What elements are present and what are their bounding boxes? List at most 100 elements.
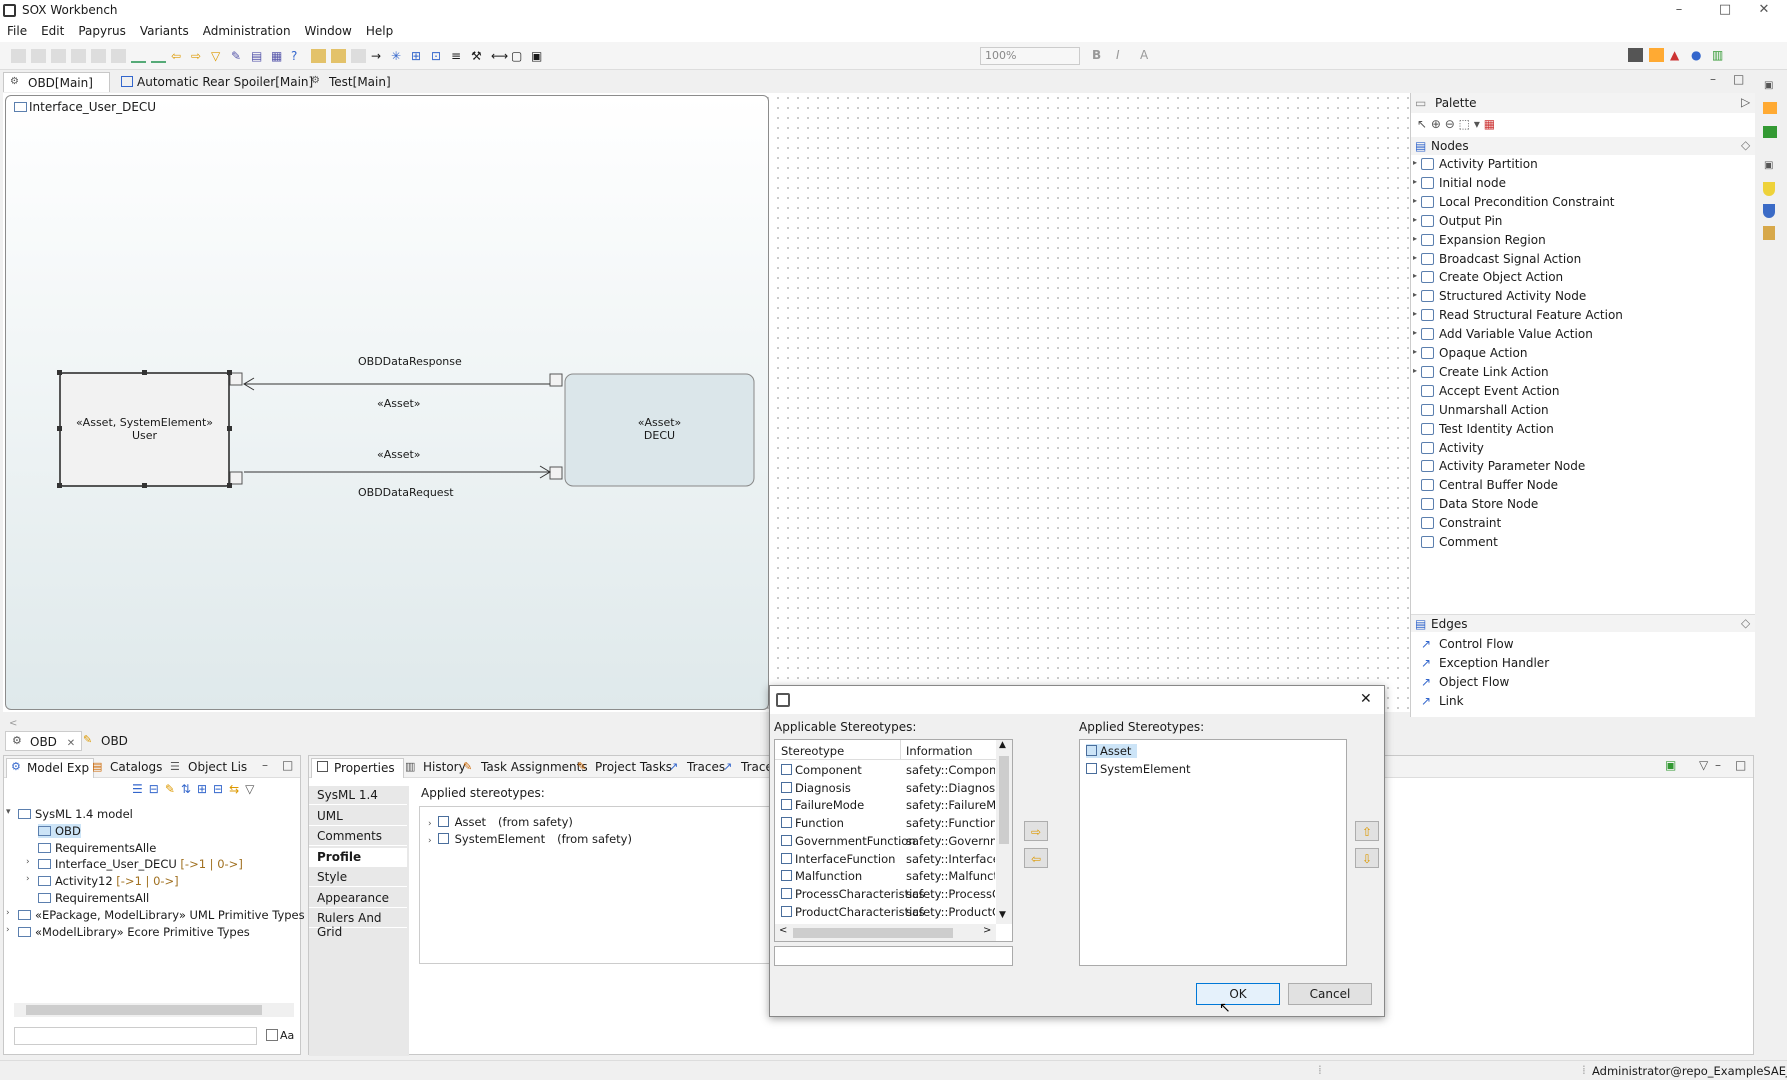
scroll-thumb[interactable]: [999, 756, 1009, 844]
close-button[interactable]: ✕: [1741, 0, 1787, 22]
tab-task-assignments[interactable]: ✎ Task Assignments: [463, 760, 588, 774]
palette-node-item[interactable]: Activity Parameter Node: [1421, 459, 1585, 473]
tree-item[interactable]: › Activity12 [->1 | 0->]: [26, 874, 179, 888]
ok-button[interactable]: OK: [1196, 983, 1280, 1005]
palette-edge-item[interactable]: ↗ Object Flow: [1421, 675, 1509, 689]
expand-arrow-icon[interactable]: ▸: [1413, 234, 1417, 243]
outline-view-icon[interactable]: [1763, 126, 1777, 138]
applicable-stereotype-row[interactable]: ProcessCharacteristicssafety::ProcessCha…: [781, 887, 995, 903]
applicable-stereotype-row[interactable]: ProductCharacteristicssafety::ProductCha…: [781, 905, 995, 921]
scroll-down-icon[interactable]: ▼: [999, 910, 1006, 920]
dialog-close-icon[interactable]: ✕: [1360, 691, 1372, 707]
tree-view-icon[interactable]: ⊟: [149, 782, 165, 796]
applicable-stereotype-row[interactable]: Malfunction safety::Malfunction: [781, 869, 995, 885]
applicable-stereotype-row[interactable]: Component safety::Component: [781, 763, 995, 779]
applied-stereotype-row[interactable]: SystemElement: [1086, 762, 1197, 776]
palette-node-item[interactable]: Central Buffer Node: [1421, 478, 1558, 492]
italic-button[interactable]: I: [1116, 48, 1120, 62]
property-side-tab[interactable]: SysML 1.4: [309, 786, 407, 805]
palette-edge-item[interactable]: ↗ Exception Handler: [1421, 656, 1549, 670]
tree-item[interactable]: › Interface_User_DECU [->1 | 0->]: [26, 857, 243, 871]
palette-node-item[interactable]: ▸ Initial node: [1413, 176, 1506, 190]
tree-filter-input[interactable]: [14, 1027, 257, 1045]
edges-drawer[interactable]: ▤ Edges ◇: [1411, 614, 1756, 632]
property-side-tab[interactable]: Profile: [309, 847, 407, 867]
diagram-tab-obd-2[interactable]: ✎ OBD: [77, 731, 134, 751]
tab-history[interactable]: ▥ History: [405, 760, 466, 774]
scroll-left-icon[interactable]: <: [779, 925, 787, 936]
hierarchy-icon[interactable]: ▥: [1712, 48, 1727, 62]
property-side-tab[interactable]: Rulers And Grid: [309, 909, 407, 939]
font-color-button[interactable]: A: [1140, 48, 1148, 62]
move-down-button[interactable]: ⇩: [1355, 848, 1379, 868]
tab-catalogs[interactable]: ▤ Catalogs: [92, 760, 162, 774]
applicable-stereotype-row[interactable]: Diagnosis safety::Diagnosis: [781, 781, 995, 797]
scroll-thumb[interactable]: [793, 928, 953, 938]
applied-stereotypes-list[interactable]: Asset SystemElement: [1079, 739, 1347, 966]
palette-node-item[interactable]: ▸ Add Variable Value Action: [1413, 327, 1593, 341]
maximize-panel-icon[interactable]: □: [282, 758, 293, 772]
open-icon[interactable]: ▣: [1665, 758, 1676, 772]
shield-icon[interactable]: [1763, 182, 1775, 196]
marquee-icon[interactable]: ⬚: [1459, 117, 1470, 131]
decu-port-top[interactable]: [549, 373, 563, 387]
tree-item[interactable]: › «ModelLibrary» Ecore Primitive Types: [6, 925, 250, 939]
nodes-drawer[interactable]: ▤ Nodes ◇: [1411, 137, 1756, 155]
diagram-tab-obd[interactable]: ⚙ OBD ✕: [5, 731, 83, 751]
tab-properties[interactable]: Properties: [311, 758, 404, 778]
expand-arrow-icon[interactable]: ▸: [1413, 196, 1417, 205]
tree-item[interactable]: ▾ SysML 1.4 model: [6, 807, 133, 821]
palette-edge-item[interactable]: ↗ Link: [1421, 694, 1464, 708]
palette-node-item[interactable]: ▸ Create Link Action: [1413, 365, 1549, 379]
expand-icon[interactable]: ⊞: [197, 782, 213, 796]
tree-expand-icon[interactable]: ›: [26, 857, 30, 867]
chart-icon[interactable]: ▲: [1670, 48, 1685, 62]
zoom-combo[interactable]: 100%: [980, 47, 1080, 65]
tree-expand-icon[interactable]: ›: [428, 819, 432, 829]
table-h-scroll[interactable]: < >: [775, 924, 996, 941]
tab-project-tasks[interactable]: ✎ Project Tasks: [577, 760, 672, 774]
palette-node-item[interactable]: Data Store Node: [1421, 497, 1538, 511]
move-up-button[interactable]: ⇧: [1355, 821, 1379, 841]
palette-node-item[interactable]: Constraint: [1421, 516, 1501, 530]
palette-node-item[interactable]: Unmarshall Action: [1421, 403, 1549, 417]
scroll-up-icon[interactable]: ▲: [999, 740, 1006, 750]
tree-expand-icon[interactable]: ▾: [6, 807, 11, 817]
col-stereotype[interactable]: Stereotype: [781, 744, 844, 758]
view-menu-icon[interactable]: ▽: [1699, 758, 1708, 772]
marquee-dropdown-icon[interactable]: ▾: [1474, 117, 1480, 131]
applicable-stereotype-row[interactable]: Function safety::Function: [781, 816, 995, 832]
close-tab-icon[interactable]: ✕: [67, 738, 75, 749]
palette-node-item[interactable]: Test Identity Action: [1421, 422, 1554, 436]
property-side-tab[interactable]: UML: [309, 806, 407, 826]
sox-icon[interactable]: [1649, 48, 1664, 62]
palette-edge-item[interactable]: ↗ Control Flow: [1421, 637, 1514, 651]
shield-blue-icon[interactable]: [1763, 204, 1775, 218]
property-side-tab[interactable]: Appearance: [309, 888, 407, 908]
tree-expand-icon[interactable]: ›: [428, 836, 432, 846]
collapse-edges-icon[interactable]: ◇: [1741, 616, 1750, 630]
tree-expand-icon[interactable]: ›: [6, 908, 10, 918]
expand-arrow-icon[interactable]: ▸: [1413, 347, 1417, 356]
tab-model-explorer[interactable]: ⚙ Model Exp: [6, 758, 95, 778]
table-v-scroll[interactable]: ▲ ▼: [996, 740, 1012, 924]
match-case-checkbox[interactable]: [266, 1029, 278, 1041]
expand-arrow-icon[interactable]: ▸: [1413, 309, 1417, 318]
tab-traces[interactable]: ↗ Traces: [669, 760, 725, 774]
scroll-thumb[interactable]: [26, 1005, 262, 1015]
cancel-button[interactable]: Cancel: [1288, 983, 1372, 1005]
applied-stereotypes-tree[interactable]: › Asset (from safety) › SystemElement (from s…: [419, 806, 799, 964]
expand-arrow-icon[interactable]: ▸: [1413, 290, 1417, 299]
expand-arrow-icon[interactable]: ▸: [1413, 328, 1417, 337]
perspective-icon[interactable]: [1628, 48, 1643, 62]
tree-item[interactable]: OBD: [38, 823, 81, 838]
property-side-tab[interactable]: Comments: [309, 827, 407, 846]
restore-icon-2[interactable]: ▣: [1764, 160, 1773, 171]
scroll-right-icon[interactable]: >: [983, 925, 991, 936]
expand-arrow-icon[interactable]: ▸: [1413, 177, 1417, 186]
restore-icon[interactable]: ▣: [1764, 80, 1773, 91]
tab-trace[interactable]: ↗ Trace: [723, 760, 773, 774]
expand-arrow-icon[interactable]: ▸: [1413, 271, 1417, 280]
palette-node-item[interactable]: ▸ Expansion Region: [1413, 233, 1546, 247]
minimize-button[interactable]: –: [1656, 0, 1702, 22]
